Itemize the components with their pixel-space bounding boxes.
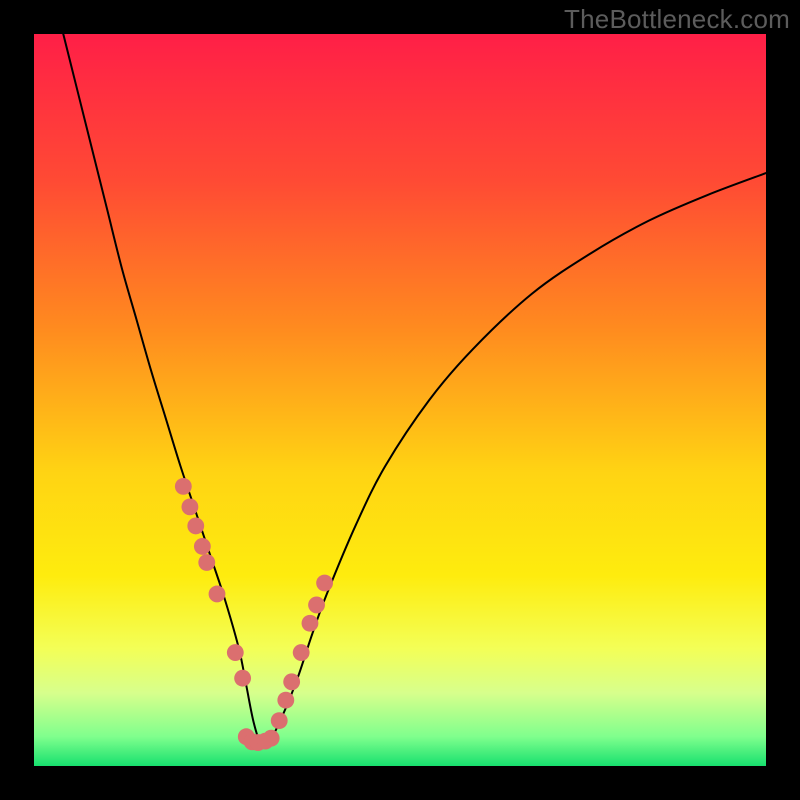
marker-dot (302, 615, 319, 632)
marker-dot (234, 670, 251, 687)
marker-dot (271, 712, 288, 729)
marker-dot (175, 478, 192, 495)
watermark-text: TheBottleneck.com (564, 4, 790, 35)
marker-dot (181, 498, 198, 515)
marker-dot (277, 692, 294, 709)
marker-dot (198, 554, 215, 571)
marker-dot (194, 538, 211, 555)
marker-dot (187, 517, 204, 534)
marker-dot (293, 644, 310, 661)
gradient-background (34, 34, 766, 766)
marker-dot (283, 673, 300, 690)
marker-dot (308, 597, 325, 614)
chart-frame: TheBottleneck.com (0, 0, 800, 800)
marker-dot (263, 730, 280, 747)
marker-dot (227, 644, 244, 661)
marker-dot (209, 586, 226, 603)
marker-dot (316, 575, 333, 592)
bottleneck-chart (34, 34, 766, 766)
